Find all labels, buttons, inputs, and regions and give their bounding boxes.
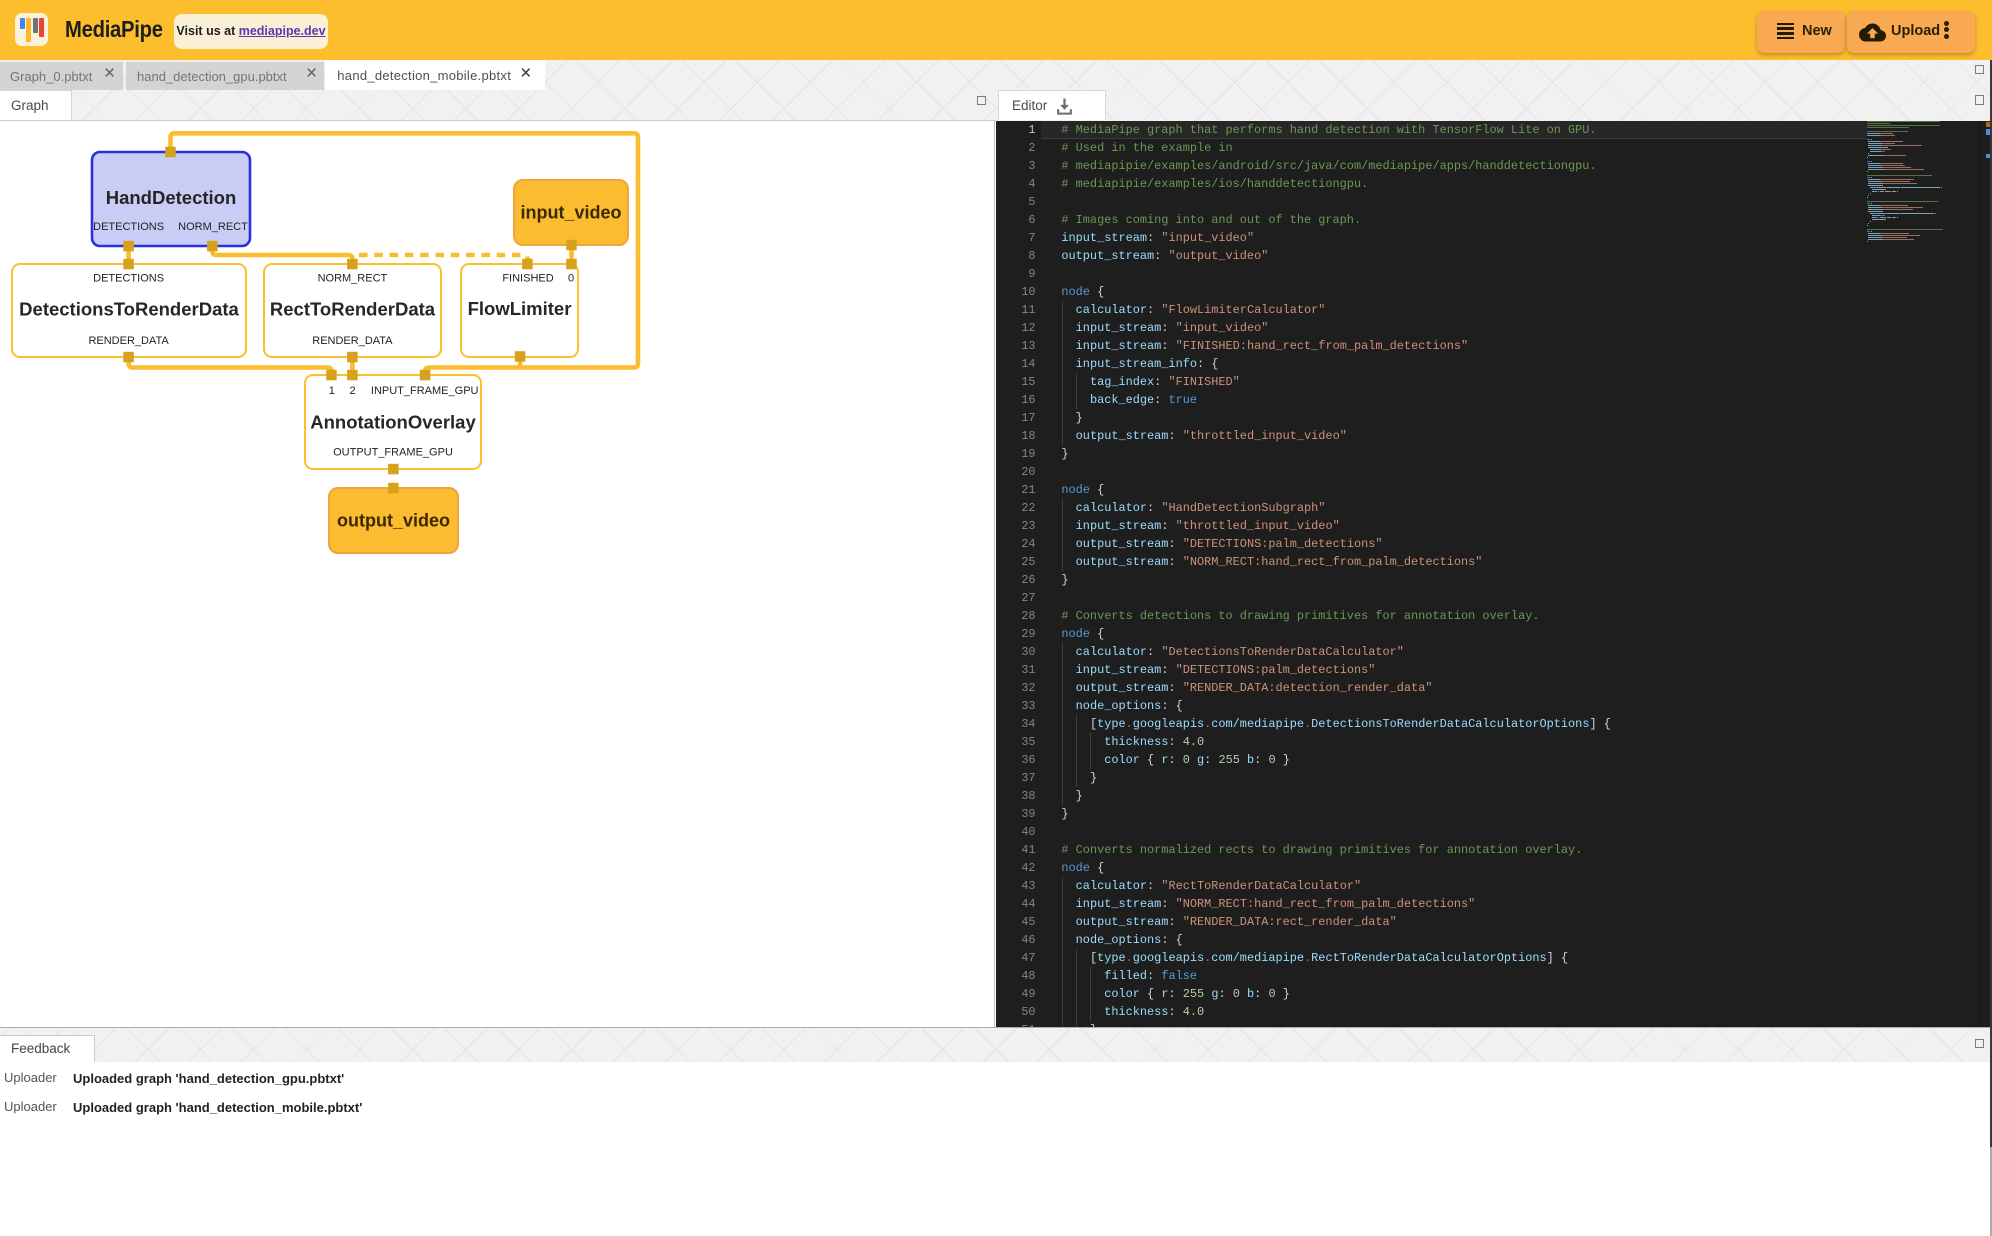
svg-text:FINISHED: FINISHED (502, 272, 553, 284)
svg-text:AnnotationOverlay: AnnotationOverlay (310, 412, 476, 433)
svg-text:NORM_RECT: NORM_RECT (178, 221, 248, 233)
svg-text:NORM_RECT: NORM_RECT (318, 272, 388, 284)
svg-text:RectToRenderData: RectToRenderData (270, 299, 436, 320)
svg-text:2: 2 (350, 385, 356, 397)
svg-text:0: 0 (568, 272, 574, 284)
svg-text:DETECTIONS: DETECTIONS (93, 272, 164, 284)
svg-text:output_video: output_video (337, 511, 450, 531)
svg-text:RENDER_DATA: RENDER_DATA (312, 335, 393, 347)
svg-text:input_video: input_video (520, 203, 621, 223)
svg-text:HandDetection: HandDetection (106, 187, 237, 208)
svg-text:INPUT_FRAME_GPU: INPUT_FRAME_GPU (371, 385, 479, 397)
svg-text:FlowLimiter: FlowLimiter (468, 298, 572, 319)
svg-text:RENDER_DATA: RENDER_DATA (88, 335, 169, 347)
svg-text:OUTPUT_FRAME_GPU: OUTPUT_FRAME_GPU (333, 446, 453, 458)
svg-text:DETECTIONS: DETECTIONS (93, 221, 164, 233)
svg-text:DetectionsToRenderData: DetectionsToRenderData (19, 299, 239, 320)
svg-text:1: 1 (329, 385, 335, 397)
